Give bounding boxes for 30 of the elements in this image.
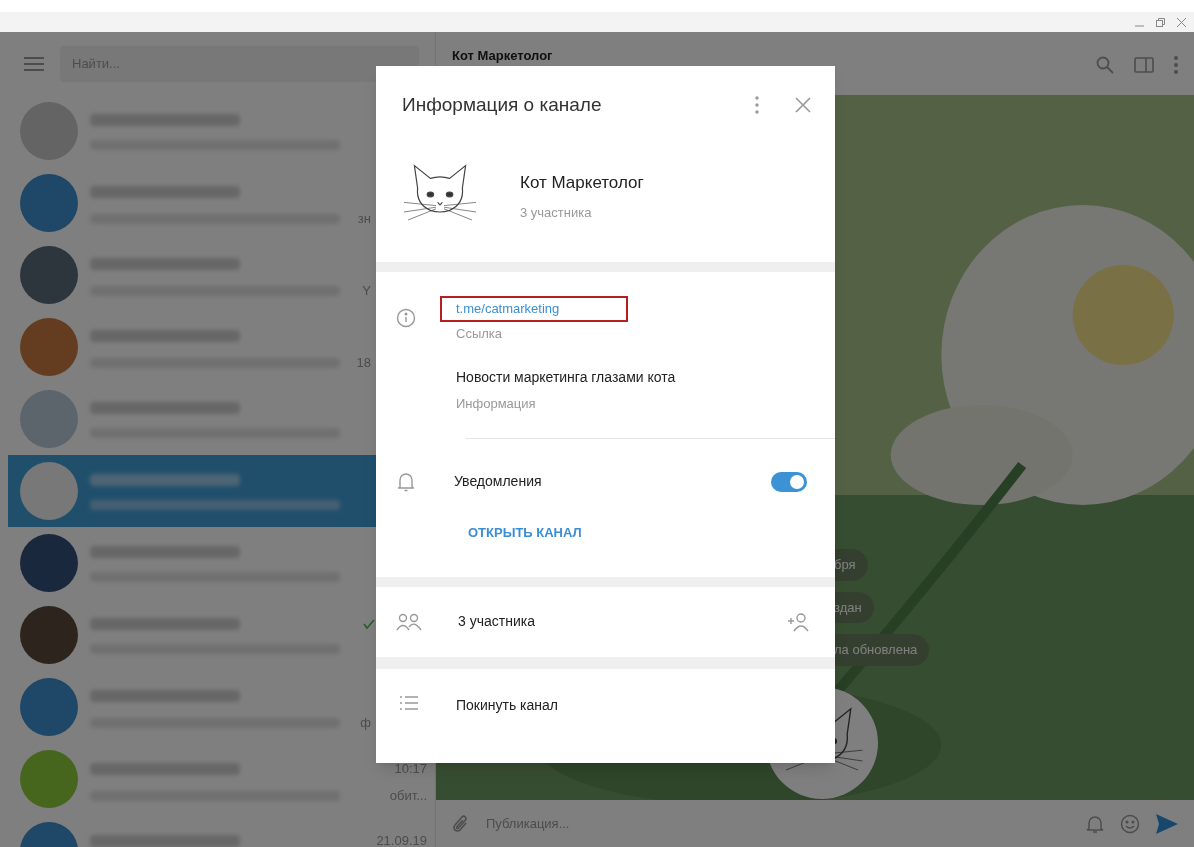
menu-icon[interactable] xyxy=(24,56,44,71)
close-icon[interactable] xyxy=(1177,17,1186,27)
bell-icon[interactable] xyxy=(1086,813,1104,834)
sidebar-toggle-icon[interactable] xyxy=(1134,57,1154,73)
restore-icon[interactable] xyxy=(1156,17,1165,27)
bell-icon xyxy=(398,471,414,492)
send-icon[interactable] xyxy=(1156,813,1178,834)
channel-subtitle: 3 участника xyxy=(520,204,593,222)
members-label: 3 участника xyxy=(458,612,536,631)
close-icon[interactable] xyxy=(795,97,811,113)
info-icon xyxy=(396,308,416,328)
open-channel-button[interactable]: ОТКРЫТЬ КАНАЛ xyxy=(468,522,582,542)
description-label: Информация xyxy=(456,395,537,413)
notifications-toggle[interactable] xyxy=(771,471,807,492)
people-icon xyxy=(396,611,422,632)
chat-title: Кот Маркетолог xyxy=(452,47,553,65)
more-icon[interactable] xyxy=(755,96,759,114)
notifications-label: Уведомления xyxy=(454,472,543,491)
smiley-icon[interactable] xyxy=(1120,813,1140,834)
add-member-icon[interactable] xyxy=(787,611,809,632)
search-icon[interactable] xyxy=(1096,56,1114,74)
channel-description: Новости маркетинга глазами кота xyxy=(456,368,676,387)
link-label: Ссылка xyxy=(456,324,504,343)
dialog-title: Информация о канале xyxy=(402,92,602,117)
channel-name: Кот Маркетолог xyxy=(520,171,644,194)
more-icon[interactable] xyxy=(1174,56,1178,74)
list-icon xyxy=(400,694,418,711)
leave-channel-button[interactable]: Покинуть канал xyxy=(456,694,559,716)
paperclip-icon[interactable] xyxy=(452,813,470,834)
channel-link[interactable]: t.me/catmarketing xyxy=(440,296,628,322)
